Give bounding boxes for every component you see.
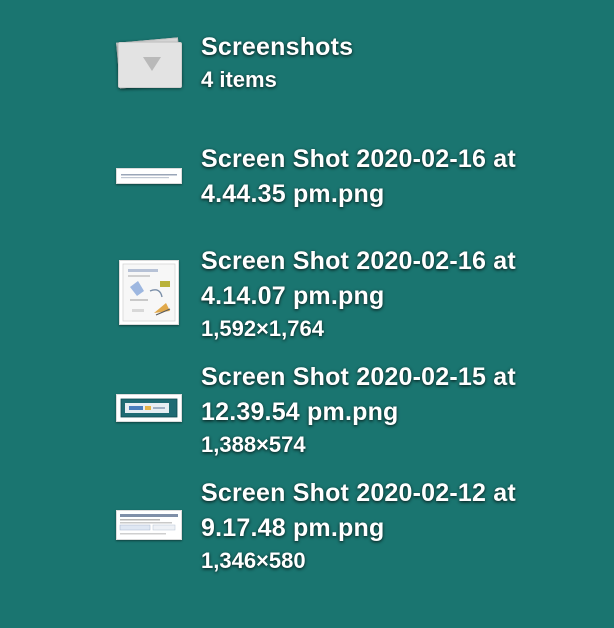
stack-title: Screenshots (201, 33, 354, 61)
stack-front-page (118, 42, 182, 88)
file-thumbnail[interactable] (116, 260, 182, 326)
file-label: Screen Shot 2020-02-12 at 9.17.48 pm.png… (201, 476, 516, 576)
thumbnail-preview (122, 263, 176, 322)
file-label: Screen Shot 2020-02-16 at 4.14.07 pm.png… (201, 244, 516, 344)
file-dimensions: 1,346×580 (201, 548, 306, 573)
file-item[interactable]: Screen Shot 2020-02-12 at 9.17.48 pm.png… (0, 476, 614, 586)
file-name-line2: 12.39.54 pm.png (201, 398, 399, 426)
stack-label: Screenshots 4 items (201, 30, 353, 95)
file-thumbnail[interactable] (116, 394, 182, 424)
stack-subtitle: 4 items (201, 67, 277, 92)
thumbnail-preview (120, 398, 178, 418)
screenshot-thumbnail-icon (116, 510, 182, 540)
file-name-line2: 4.44.35 pm.png (201, 180, 385, 208)
stack-thumbnail[interactable] (116, 37, 182, 92)
file-name-line2: 9.17.48 pm.png (201, 514, 385, 542)
file-item[interactable]: Screen Shot 2020-02-15 at 12.39.54 pm.pn… (0, 360, 614, 470)
file-label: Screen Shot 2020-02-16 at 4.44.35 pm.png (201, 142, 516, 212)
file-item[interactable]: Screen Shot 2020-02-16 at 4.14.07 pm.png… (0, 244, 614, 354)
file-name-line2: 4.14.07 pm.png (201, 282, 385, 310)
file-name-line1: Screen Shot 2020-02-15 at (201, 363, 516, 391)
thumbnail-preview (121, 174, 177, 179)
file-name-line1: Screen Shot 2020-02-16 at (201, 247, 516, 275)
chevron-down-icon (143, 57, 161, 71)
file-name-line1: Screen Shot 2020-02-16 at (201, 145, 516, 173)
screenshot-thumbnail-icon (119, 260, 179, 325)
file-dimensions: 1,388×574 (201, 432, 306, 457)
file-thumbnail[interactable] (116, 510, 182, 540)
screenshot-thumbnail-icon (116, 168, 182, 184)
file-name-line1: Screen Shot 2020-02-12 at (201, 479, 516, 507)
file-thumbnail[interactable] (116, 168, 182, 186)
screenshot-thumbnail-icon (116, 394, 182, 422)
stack-header[interactable]: Screenshots 4 items (0, 30, 614, 110)
file-label: Screen Shot 2020-02-15 at 12.39.54 pm.pn… (201, 360, 516, 460)
file-item[interactable]: Screen Shot 2020-02-16 at 4.44.35 pm.png (0, 142, 614, 222)
thumbnail-preview (119, 514, 178, 535)
file-dimensions: 1,592×1,764 (201, 316, 324, 341)
